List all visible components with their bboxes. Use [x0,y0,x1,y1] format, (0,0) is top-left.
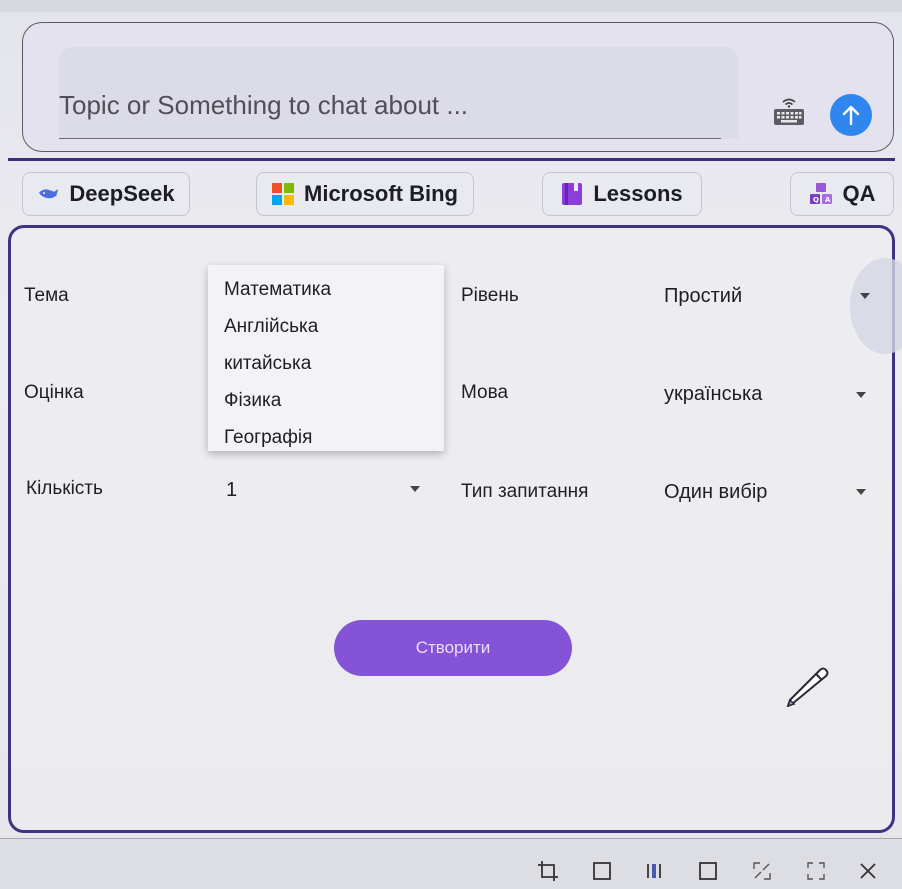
tab-qa[interactable]: Q A QA [790,172,894,216]
tab-label: Lessons [593,181,683,206]
square-icon[interactable] [588,859,616,883]
tab-lessons[interactable]: Lessons [542,172,702,216]
level-label: Рівень [461,285,519,306]
question-type-label: Тип запитання [461,481,589,502]
tab-label: QA [842,181,876,206]
tab-deepseek[interactable]: DeepSeek [22,172,190,216]
fullscreen-icon[interactable] [802,859,830,883]
svg-text:A: A [825,196,831,204]
tab-microsoft-bing[interactable]: Microsoft Bing [256,172,474,216]
qa-blocks-icon: Q A [809,182,833,206]
topic-option[interactable]: Фізика [208,382,444,419]
topic-option[interactable]: Англійська [208,308,444,345]
level-select[interactable]: Простий [664,285,742,308]
send-button[interactable] [830,94,872,136]
grade-label: Оцінка [24,382,84,403]
book-icon [561,182,583,206]
split-view-icon[interactable] [640,859,668,883]
topic-option[interactable]: Математика [208,271,444,308]
topic-dropdown-menu: Математика Англійська китайська Фізика Г… [208,265,444,451]
svg-text:Q: Q [813,196,819,204]
question-type-select[interactable]: Один вибір [664,481,767,504]
divider-line [8,158,895,161]
close-icon[interactable] [854,859,882,883]
language-select[interactable]: українська [664,383,762,406]
tab-label: Microsoft Bing [304,181,458,206]
create-button[interactable]: Створити [334,620,572,676]
window-icon[interactable] [694,859,722,883]
count-label: Кількість [26,478,103,499]
pencil-icon[interactable] [782,660,832,710]
topic-option[interactable]: китайська [208,345,444,382]
count-select[interactable]: 1 [226,479,237,502]
arrow-up-icon [842,105,860,126]
topic-label: Тема [24,285,69,306]
question-type-chevron-down-icon[interactable] [856,489,866,495]
level-chevron-down-icon[interactable] [860,293,870,299]
quiz-form-panel [8,225,895,833]
chat-text-field-container [59,47,739,139]
chat-input-underline [59,137,721,139]
count-chevron-down-icon[interactable] [410,486,420,492]
keyboard-icon[interactable] [772,96,806,126]
language-label: Мова [461,382,509,403]
chat-input[interactable] [59,85,719,125]
crop-icon[interactable] [534,859,562,883]
bottom-toolbar [0,838,902,889]
topic-option[interactable]: Географія [208,419,444,456]
shrink-icon[interactable] [748,859,776,883]
screen-edge [0,0,902,12]
language-chevron-down-icon[interactable] [856,392,866,398]
deepseek-whale-icon [37,186,59,202]
microsoft-logo-icon [272,183,294,205]
tab-label: DeepSeek [69,181,175,206]
chat-input-card [22,22,894,152]
